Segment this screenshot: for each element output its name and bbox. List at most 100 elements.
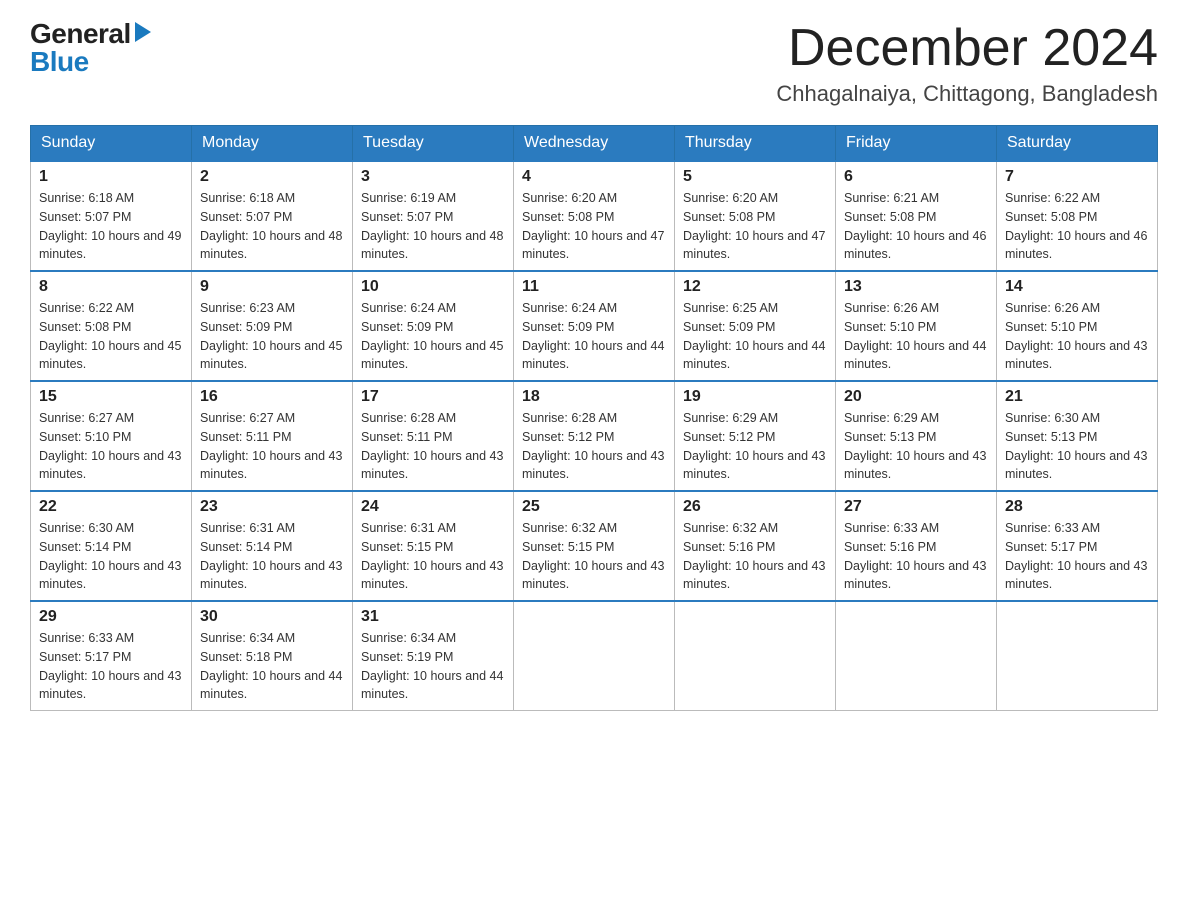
day-info: Sunrise: 6:34 AM Sunset: 5:18 PM Dayligh… <box>200 629 344 704</box>
location-title: Chhagalnaiya, Chittagong, Bangladesh <box>776 81 1158 107</box>
day-info: Sunrise: 6:33 AM Sunset: 5:17 PM Dayligh… <box>1005 519 1149 594</box>
day-info: Sunrise: 6:22 AM Sunset: 5:08 PM Dayligh… <box>39 299 183 374</box>
day-info: Sunrise: 6:32 AM Sunset: 5:16 PM Dayligh… <box>683 519 827 594</box>
calendar-cell: 21 Sunrise: 6:30 AM Sunset: 5:13 PM Dayl… <box>997 381 1158 491</box>
day-info: Sunrise: 6:27 AM Sunset: 5:10 PM Dayligh… <box>39 409 183 484</box>
day-number: 2 <box>200 168 344 186</box>
calendar-cell: 4 Sunrise: 6:20 AM Sunset: 5:08 PM Dayli… <box>514 161 675 271</box>
day-info: Sunrise: 6:20 AM Sunset: 5:08 PM Dayligh… <box>522 189 666 264</box>
day-number: 31 <box>361 608 505 626</box>
day-number: 11 <box>522 278 666 296</box>
day-number: 10 <box>361 278 505 296</box>
day-info: Sunrise: 6:32 AM Sunset: 5:15 PM Dayligh… <box>522 519 666 594</box>
calendar-header-wednesday: Wednesday <box>514 126 675 162</box>
day-info: Sunrise: 6:21 AM Sunset: 5:08 PM Dayligh… <box>844 189 988 264</box>
day-number: 27 <box>844 498 988 516</box>
page-header: General Blue December 2024 Chhagalnaiya,… <box>30 20 1158 107</box>
day-number: 25 <box>522 498 666 516</box>
day-info: Sunrise: 6:28 AM Sunset: 5:11 PM Dayligh… <box>361 409 505 484</box>
calendar-cell: 7 Sunrise: 6:22 AM Sunset: 5:08 PM Dayli… <box>997 161 1158 271</box>
day-info: Sunrise: 6:24 AM Sunset: 5:09 PM Dayligh… <box>361 299 505 374</box>
calendar-header-sunday: Sunday <box>31 126 192 162</box>
calendar-cell: 26 Sunrise: 6:32 AM Sunset: 5:16 PM Dayl… <box>675 491 836 601</box>
day-info: Sunrise: 6:29 AM Sunset: 5:13 PM Dayligh… <box>844 409 988 484</box>
day-info: Sunrise: 6:33 AM Sunset: 5:17 PM Dayligh… <box>39 629 183 704</box>
day-number: 8 <box>39 278 183 296</box>
calendar-header-tuesday: Tuesday <box>353 126 514 162</box>
calendar-cell: 27 Sunrise: 6:33 AM Sunset: 5:16 PM Dayl… <box>836 491 997 601</box>
day-number: 1 <box>39 168 183 186</box>
calendar-cell: 22 Sunrise: 6:30 AM Sunset: 5:14 PM Dayl… <box>31 491 192 601</box>
day-number: 20 <box>844 388 988 406</box>
calendar-header-thursday: Thursday <box>675 126 836 162</box>
week-row-3: 15 Sunrise: 6:27 AM Sunset: 5:10 PM Dayl… <box>31 381 1158 491</box>
day-info: Sunrise: 6:27 AM Sunset: 5:11 PM Dayligh… <box>200 409 344 484</box>
day-number: 18 <box>522 388 666 406</box>
day-info: Sunrise: 6:26 AM Sunset: 5:10 PM Dayligh… <box>1005 299 1149 374</box>
title-block: December 2024 Chhagalnaiya, Chittagong, … <box>776 20 1158 107</box>
day-number: 28 <box>1005 498 1149 516</box>
day-info: Sunrise: 6:18 AM Sunset: 5:07 PM Dayligh… <box>39 189 183 264</box>
day-number: 13 <box>844 278 988 296</box>
calendar-cell: 25 Sunrise: 6:32 AM Sunset: 5:15 PM Dayl… <box>514 491 675 601</box>
day-number: 26 <box>683 498 827 516</box>
month-title: December 2024 <box>776 20 1158 77</box>
calendar-header-monday: Monday <box>192 126 353 162</box>
calendar-header-row: SundayMondayTuesdayWednesdayThursdayFrid… <box>31 126 1158 162</box>
day-info: Sunrise: 6:25 AM Sunset: 5:09 PM Dayligh… <box>683 299 827 374</box>
calendar-cell: 14 Sunrise: 6:26 AM Sunset: 5:10 PM Dayl… <box>997 271 1158 381</box>
day-info: Sunrise: 6:31 AM Sunset: 5:15 PM Dayligh… <box>361 519 505 594</box>
day-number: 15 <box>39 388 183 406</box>
day-number: 17 <box>361 388 505 406</box>
day-info: Sunrise: 6:26 AM Sunset: 5:10 PM Dayligh… <box>844 299 988 374</box>
calendar-cell: 2 Sunrise: 6:18 AM Sunset: 5:07 PM Dayli… <box>192 161 353 271</box>
day-number: 16 <box>200 388 344 406</box>
day-number: 5 <box>683 168 827 186</box>
calendar-cell: 30 Sunrise: 6:34 AM Sunset: 5:18 PM Dayl… <box>192 601 353 711</box>
day-info: Sunrise: 6:18 AM Sunset: 5:07 PM Dayligh… <box>200 189 344 264</box>
day-number: 21 <box>1005 388 1149 406</box>
day-number: 3 <box>361 168 505 186</box>
logo: General Blue <box>30 20 151 76</box>
day-number: 12 <box>683 278 827 296</box>
week-row-1: 1 Sunrise: 6:18 AM Sunset: 5:07 PM Dayli… <box>31 161 1158 271</box>
calendar-cell: 18 Sunrise: 6:28 AM Sunset: 5:12 PM Dayl… <box>514 381 675 491</box>
calendar-cell: 29 Sunrise: 6:33 AM Sunset: 5:17 PM Dayl… <box>31 601 192 711</box>
day-number: 30 <box>200 608 344 626</box>
calendar-header-saturday: Saturday <box>997 126 1158 162</box>
calendar-cell <box>836 601 997 711</box>
day-info: Sunrise: 6:28 AM Sunset: 5:12 PM Dayligh… <box>522 409 666 484</box>
day-info: Sunrise: 6:20 AM Sunset: 5:08 PM Dayligh… <box>683 189 827 264</box>
day-number: 23 <box>200 498 344 516</box>
calendar-cell: 5 Sunrise: 6:20 AM Sunset: 5:08 PM Dayli… <box>675 161 836 271</box>
day-number: 14 <box>1005 278 1149 296</box>
calendar-cell: 15 Sunrise: 6:27 AM Sunset: 5:10 PM Dayl… <box>31 381 192 491</box>
calendar-cell: 6 Sunrise: 6:21 AM Sunset: 5:08 PM Dayli… <box>836 161 997 271</box>
day-info: Sunrise: 6:31 AM Sunset: 5:14 PM Dayligh… <box>200 519 344 594</box>
calendar-cell: 23 Sunrise: 6:31 AM Sunset: 5:14 PM Dayl… <box>192 491 353 601</box>
calendar-cell: 10 Sunrise: 6:24 AM Sunset: 5:09 PM Dayl… <box>353 271 514 381</box>
day-info: Sunrise: 6:34 AM Sunset: 5:19 PM Dayligh… <box>361 629 505 704</box>
calendar-cell: 24 Sunrise: 6:31 AM Sunset: 5:15 PM Dayl… <box>353 491 514 601</box>
day-number: 22 <box>39 498 183 516</box>
week-row-5: 29 Sunrise: 6:33 AM Sunset: 5:17 PM Dayl… <box>31 601 1158 711</box>
calendar-cell: 13 Sunrise: 6:26 AM Sunset: 5:10 PM Dayl… <box>836 271 997 381</box>
day-info: Sunrise: 6:33 AM Sunset: 5:16 PM Dayligh… <box>844 519 988 594</box>
calendar-cell <box>675 601 836 711</box>
day-number: 24 <box>361 498 505 516</box>
calendar-cell: 19 Sunrise: 6:29 AM Sunset: 5:12 PM Dayl… <box>675 381 836 491</box>
calendar-cell: 20 Sunrise: 6:29 AM Sunset: 5:13 PM Dayl… <box>836 381 997 491</box>
day-info: Sunrise: 6:22 AM Sunset: 5:08 PM Dayligh… <box>1005 189 1149 264</box>
logo-arrow-icon <box>135 22 151 42</box>
day-number: 9 <box>200 278 344 296</box>
day-info: Sunrise: 6:30 AM Sunset: 5:14 PM Dayligh… <box>39 519 183 594</box>
calendar-header-friday: Friday <box>836 126 997 162</box>
day-info: Sunrise: 6:24 AM Sunset: 5:09 PM Dayligh… <box>522 299 666 374</box>
logo-general-text: General <box>30 20 131 48</box>
calendar-cell: 28 Sunrise: 6:33 AM Sunset: 5:17 PM Dayl… <box>997 491 1158 601</box>
calendar-cell: 9 Sunrise: 6:23 AM Sunset: 5:09 PM Dayli… <box>192 271 353 381</box>
day-info: Sunrise: 6:23 AM Sunset: 5:09 PM Dayligh… <box>200 299 344 374</box>
calendar-cell <box>997 601 1158 711</box>
week-row-2: 8 Sunrise: 6:22 AM Sunset: 5:08 PM Dayli… <box>31 271 1158 381</box>
calendar-cell: 1 Sunrise: 6:18 AM Sunset: 5:07 PM Dayli… <box>31 161 192 271</box>
